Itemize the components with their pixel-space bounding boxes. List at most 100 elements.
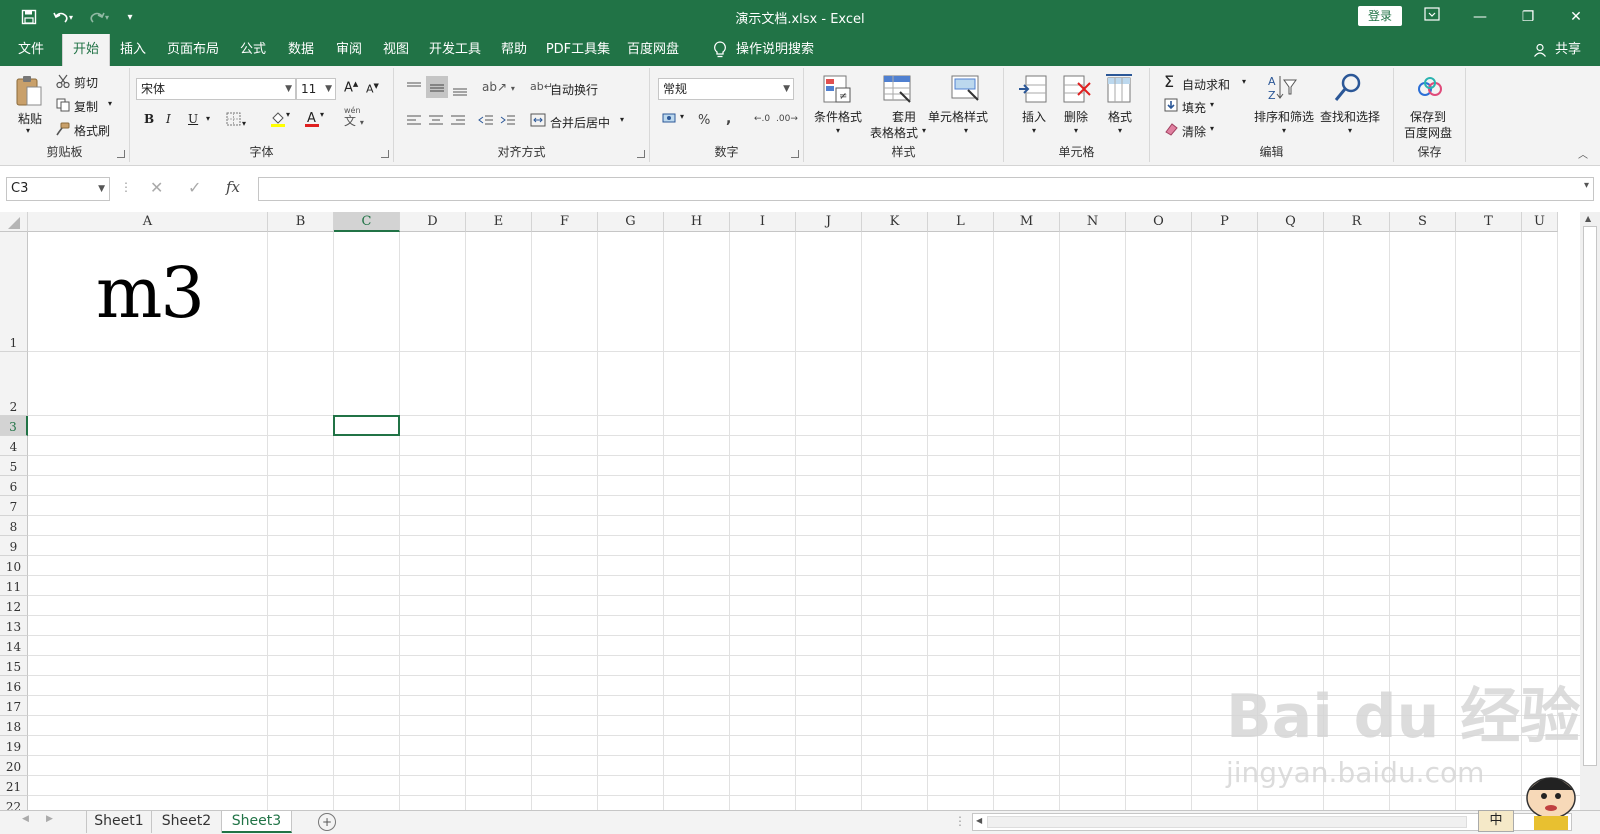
alignment-launcher-icon[interactable] [637, 150, 645, 158]
row-header-3[interactable]: 3 [0, 416, 28, 436]
font-size-select[interactable]: 11 ▼ [296, 78, 336, 100]
column-header-t[interactable]: T [1456, 212, 1522, 232]
share-user-icon[interactable] [1530, 34, 1550, 66]
orientation-icon[interactable]: ab↗ ▾ [482, 80, 515, 94]
fill-button[interactable]: 填充 [1182, 99, 1206, 116]
scroll-left-icon[interactable]: ◀ [976, 816, 982, 825]
add-sheet-icon[interactable]: + [318, 813, 336, 831]
column-header-p[interactable]: P [1192, 212, 1258, 232]
row-header-15[interactable]: 15 [0, 656, 28, 676]
column-header-c[interactable]: C [334, 212, 400, 232]
enter-entry-icon[interactable]: ✓ [188, 178, 201, 197]
row-header-16[interactable]: 16 [0, 676, 28, 696]
formula-input[interactable]: ▾ [258, 177, 1594, 201]
baidu-netdisk-cloud-icon[interactable] [1416, 76, 1444, 103]
paste-icon[interactable] [14, 74, 48, 110]
align-top-icon[interactable] [406, 80, 422, 97]
tab-file[interactable]: 文件 [8, 34, 54, 66]
tab-review[interactable]: 审阅 [326, 34, 372, 66]
column-header-g[interactable]: G [598, 212, 664, 232]
autosum-button[interactable]: 自动求和 [1182, 76, 1230, 93]
tab-split-grip-icon[interactable]: ⋮ [954, 814, 966, 828]
find-dropdown-icon[interactable]: ▾ [1348, 126, 1352, 135]
active-cell-selection[interactable] [333, 415, 400, 436]
font-color-icon[interactable]: A ▾ [304, 110, 324, 131]
number-format-select[interactable]: 常规 ▼ [658, 78, 794, 100]
accounting-format-icon[interactable]: ▾ [662, 112, 684, 129]
tab-insert[interactable]: 插入 [112, 34, 154, 66]
underline-dropdown-icon[interactable]: ▾ [206, 114, 210, 123]
column-header-h[interactable]: H [664, 212, 730, 232]
row-header-11[interactable]: 11 [0, 576, 28, 596]
column-header-a[interactable]: A [28, 212, 268, 232]
column-header-m[interactable]: M [994, 212, 1060, 232]
autosum-icon[interactable]: Σ [1164, 72, 1174, 91]
column-header-k[interactable]: K [862, 212, 928, 232]
column-header-s[interactable]: S [1390, 212, 1456, 232]
tell-me-search[interactable]: 操作说明搜索 [736, 34, 822, 66]
find-select-icon[interactable] [1332, 72, 1364, 107]
align-center-icon[interactable] [428, 114, 444, 129]
format-painter-button[interactable]: 格式刷 [74, 122, 110, 139]
ribbon-display-options-icon[interactable] [1412, 4, 1452, 30]
row-header-20[interactable]: 20 [0, 756, 28, 776]
sort-filter-button[interactable]: 排序和筛选 [1254, 108, 1314, 125]
restore-button[interactable]: ❐ [1508, 4, 1548, 30]
phonetic-guide-icon[interactable]: wén 文 ▾ [344, 106, 364, 129]
paste-dropdown-icon[interactable]: ▾ [26, 126, 30, 135]
expand-formula-bar-icon[interactable]: ▾ [1584, 180, 1589, 191]
wrap-text-button[interactable]: 自动换行 [550, 81, 598, 98]
tab-help[interactable]: 帮助 [492, 34, 536, 66]
conditional-formatting-icon[interactable]: ≠ [822, 74, 852, 107]
bold-button[interactable]: B [144, 112, 154, 126]
tab-pdf-tools[interactable]: PDF工具集 [540, 34, 616, 66]
copy-icon[interactable] [56, 98, 70, 115]
vertical-scrollbar[interactable]: ▲ [1580, 212, 1600, 810]
sort-dropdown-icon[interactable]: ▾ [1282, 126, 1286, 135]
conditional-dropdown-icon[interactable]: ▾ [836, 126, 840, 135]
column-header-r[interactable]: R [1324, 212, 1390, 232]
row-header-13[interactable]: 13 [0, 616, 28, 636]
increase-font-size-icon[interactable]: A▲ [344, 80, 358, 95]
cut-icon[interactable] [56, 74, 70, 91]
clipboard-launcher-icon[interactable] [117, 150, 125, 158]
tab-page-layout[interactable]: 页面布局 [160, 34, 226, 66]
column-header-b[interactable]: B [268, 212, 334, 232]
clear-button[interactable]: 清除 [1182, 123, 1206, 140]
cell-styles-icon[interactable] [950, 74, 982, 107]
delete-cells-icon[interactable] [1062, 74, 1092, 107]
copy-dropdown-icon[interactable]: ▾ [108, 99, 112, 108]
tab-developer[interactable]: 开发工具 [422, 34, 488, 66]
autosum-dropdown-icon[interactable]: ▾ [1242, 77, 1246, 86]
column-header-d[interactable]: D [400, 212, 466, 232]
align-bottom-icon[interactable] [452, 80, 468, 99]
delete-cells-button[interactable]: 删除 [1064, 108, 1088, 125]
fill-dropdown-icon[interactable]: ▾ [1210, 100, 1214, 109]
format-cells-button[interactable]: 格式 [1108, 108, 1132, 125]
format-dropdown-icon[interactable]: ▾ [1118, 126, 1122, 135]
fill-color-icon[interactable]: ▾ [270, 110, 290, 131]
row-header-12[interactable]: 12 [0, 596, 28, 616]
format-painter-icon[interactable] [56, 122, 70, 139]
row-header-7[interactable]: 7 [0, 496, 28, 516]
select-all-corner[interactable] [0, 212, 28, 232]
percent-style-button[interactable]: % [698, 113, 710, 128]
comma-style-button[interactable]: , [726, 111, 731, 127]
paste-button[interactable]: 粘贴 [18, 110, 42, 127]
row-header-17[interactable]: 17 [0, 696, 28, 716]
fill-icon[interactable] [1164, 98, 1178, 115]
merge-center-button[interactable]: 合并后居中 [550, 114, 610, 131]
tab-data[interactable]: 数据 [280, 34, 322, 66]
prev-sheet-icon[interactable]: ◀ [22, 814, 29, 824]
ime-indicator[interactable]: 中 [1478, 810, 1514, 832]
cell-styles-dropdown-icon[interactable]: ▾ [964, 126, 968, 135]
delete-dropdown-icon[interactable]: ▾ [1074, 126, 1078, 135]
row-header-21[interactable]: 21 [0, 776, 28, 796]
lightbulb-icon[interactable] [706, 34, 734, 66]
close-button[interactable]: ✕ [1556, 4, 1596, 30]
align-right-icon[interactable] [450, 114, 466, 129]
tab-view[interactable]: 视图 [374, 34, 418, 66]
copy-button[interactable]: 复制 [74, 98, 98, 115]
formula-bar-grip-icon[interactable]: ⋮ [120, 180, 132, 194]
number-launcher-icon[interactable] [791, 150, 799, 158]
